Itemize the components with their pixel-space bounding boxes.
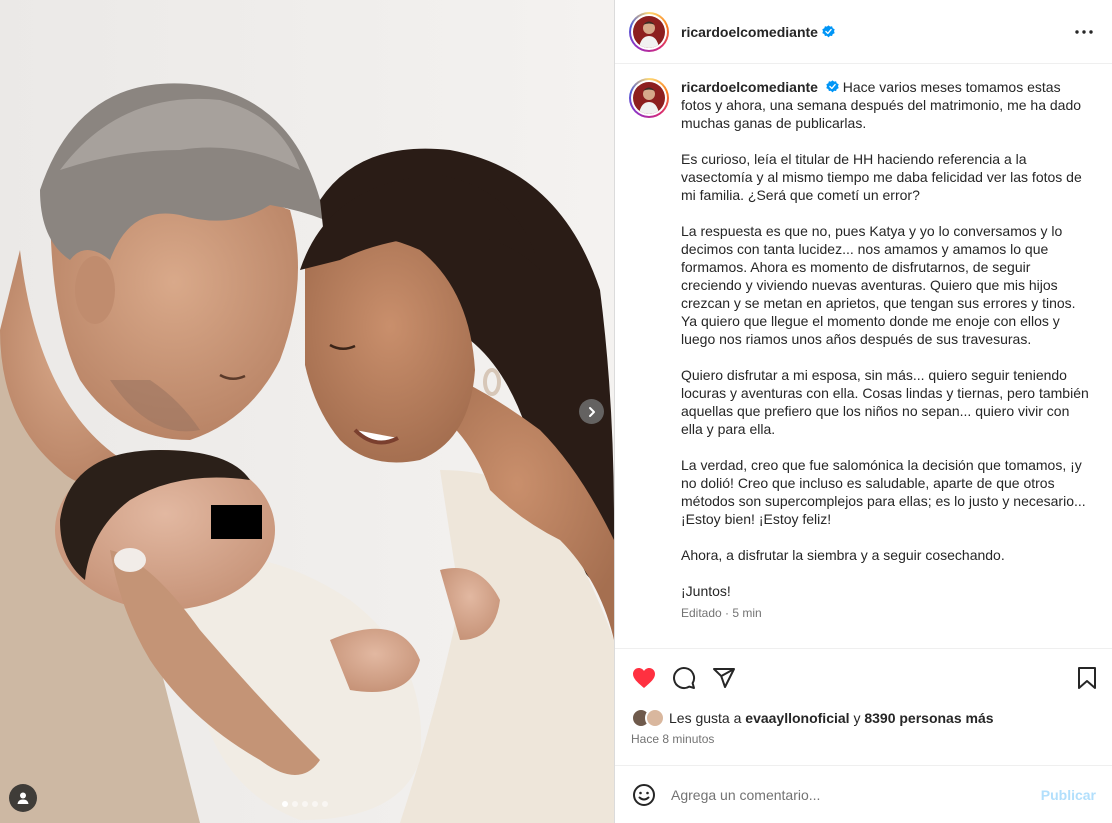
likes-summary: Les gusta a evaayllonoficial y 8390 pers… <box>615 706 1112 730</box>
comment-icon <box>673 666 696 689</box>
likes-count[interactable]: 8390 personas más <box>864 710 993 726</box>
like-button[interactable] <box>631 665 657 691</box>
user-tag-icon <box>17 792 29 804</box>
share-button[interactable] <box>711 665 737 691</box>
caption-area: ricardoelcomediante Hace varios meses to… <box>615 64 1112 648</box>
more-options-button[interactable] <box>1072 20 1096 44</box>
avatar <box>645 708 665 728</box>
liker-username[interactable]: evaayllonoficial <box>745 710 849 726</box>
caption-paragraph: Ahora, a disfrutar la siembra y a seguir… <box>681 547 1005 563</box>
caption-avatar[interactable] <box>629 78 669 118</box>
carousel-dot <box>282 801 288 807</box>
caption-body: ricardoelcomediante Hace varios meses to… <box>681 78 1089 620</box>
avatar[interactable] <box>629 11 669 52</box>
caption-meta: Editado · 5 min <box>681 606 762 620</box>
more-options-icon <box>1075 29 1093 34</box>
comment-button[interactable] <box>671 665 697 691</box>
next-image-button[interactable] <box>579 399 604 424</box>
carousel-dot <box>322 801 328 807</box>
liker-avatars <box>631 708 667 728</box>
caption-first-paragraph: ricardoelcomediante Hace varios meses to… <box>681 78 1089 132</box>
avatar-image <box>633 82 665 114</box>
emoji-icon <box>633 783 655 806</box>
caption-paragraph: La respuesta es que no, pues Katya y yo … <box>681 223 1076 347</box>
bookmark-icon <box>1078 666 1096 689</box>
verified-badge-icon <box>826 80 839 93</box>
carousel-dot <box>312 801 318 807</box>
post-details-panel: ricardoelcomediante ricardoelcomediante … <box>614 0 1112 823</box>
post-timestamp[interactable]: Hace 8 minutos <box>615 730 1112 752</box>
post-header: ricardoelcomediante <box>615 0 1112 64</box>
verified-badge-icon <box>822 25 835 38</box>
user-tags-button[interactable] <box>9 784 37 812</box>
censor-box <box>211 505 262 539</box>
family-photo <box>0 0 614 823</box>
carousel-indicator <box>282 801 328 807</box>
caption-paragraph: Quiero disfrutar a mi esposa, sin más...… <box>681 367 1089 437</box>
avatar-image <box>633 15 665 48</box>
carousel-dot <box>292 801 298 807</box>
post-media[interactable] <box>0 0 614 823</box>
header-username[interactable]: ricardoelcomediante <box>681 24 818 40</box>
likes-prefix: Les gusta a <box>669 710 742 726</box>
comment-input[interactable] <box>671 786 1041 803</box>
carousel-dot <box>302 801 308 807</box>
heart-icon <box>633 667 655 688</box>
caption-paragraph: La verdad, creo que fue salomónica la de… <box>681 457 1086 527</box>
comment-box: Publicar <box>615 765 1112 823</box>
caption-paragraph: ¡Juntos! <box>681 583 731 599</box>
caption-paragraph: Es curioso, leía el titular de HH hacien… <box>681 151 1082 203</box>
emoji-button[interactable] <box>631 782 657 808</box>
caption-username[interactable]: ricardoelcomediante <box>681 79 818 95</box>
share-icon <box>713 667 735 688</box>
likes-middle: y <box>853 710 861 726</box>
instagram-post: ricardoelcomediante ricardoelcomediante … <box>0 0 1112 823</box>
action-bar <box>615 648 1112 706</box>
save-button[interactable] <box>1074 665 1100 691</box>
chevron-right-icon <box>588 406 595 417</box>
publish-button[interactable]: Publicar <box>1041 787 1096 803</box>
